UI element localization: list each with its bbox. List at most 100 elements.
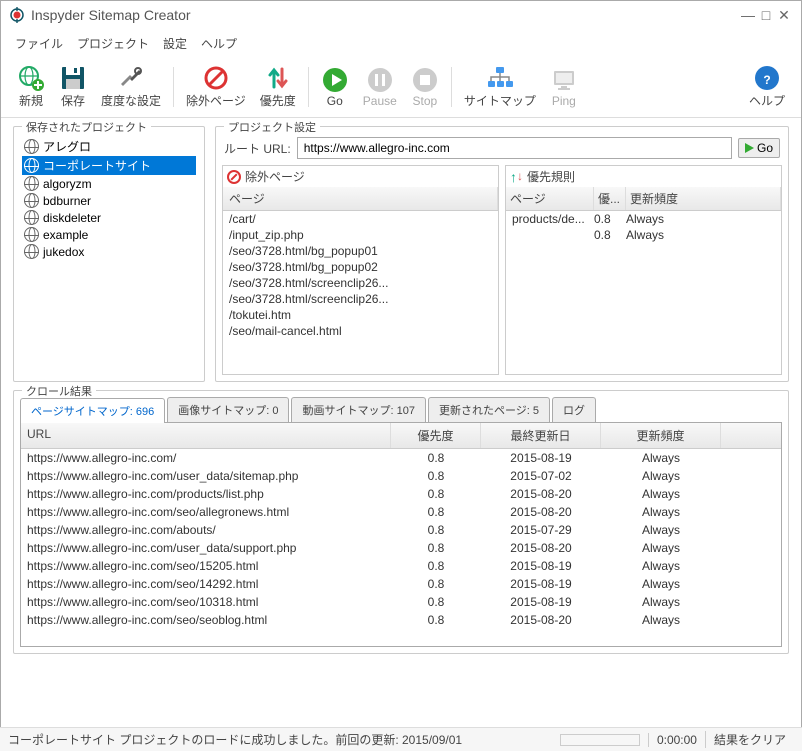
- ping-button[interactable]: Ping: [544, 64, 584, 110]
- col-date[interactable]: 最終更新日: [481, 423, 601, 448]
- table-row[interactable]: https://www.allegro-inc.com/seo/14292.ht…: [21, 575, 781, 593]
- crawl-table-body[interactable]: https://www.allegro-inc.com/0.82015-08-1…: [21, 449, 781, 646]
- project-item[interactable]: bdburner: [22, 192, 196, 209]
- tab-image-sitemap[interactable]: 画像サイトマップ: 0: [167, 397, 289, 422]
- excluded-item[interactable]: /input_zip.php: [223, 227, 498, 243]
- excluded-item[interactable]: /seo/mail-cancel.html: [223, 323, 498, 339]
- crawl-tabs: ページサイトマップ: 696 画像サイトマップ: 0 動画サイトマップ: 107…: [20, 397, 782, 423]
- col-freq[interactable]: 更新頻度: [601, 423, 721, 448]
- project-item[interactable]: diskdeleter: [22, 209, 196, 226]
- app-icon: [9, 7, 25, 23]
- root-url-label: ルート URL:: [224, 140, 291, 157]
- separator: [308, 67, 309, 107]
- project-item[interactable]: コーポレートサイト: [22, 156, 196, 175]
- go-button[interactable]: Go: [315, 64, 355, 110]
- globe-plus-icon: [17, 64, 45, 92]
- exclude-pages-button[interactable]: 除外ページ: [180, 62, 252, 111]
- status-time: 0:00:00: [648, 733, 705, 747]
- tab-log[interactable]: ログ: [552, 397, 596, 422]
- table-row[interactable]: https://www.allegro-inc.com/seo/seoblog.…: [21, 611, 781, 629]
- clear-results-button[interactable]: 結果をクリア: [705, 731, 794, 748]
- root-url-input[interactable]: [297, 137, 732, 159]
- globe-icon: [24, 193, 39, 208]
- tools-icon: [117, 64, 145, 92]
- excluded-title: 除外ページ: [245, 168, 305, 185]
- globe-icon: [24, 210, 39, 225]
- col-priority[interactable]: 優先度: [391, 423, 481, 448]
- priority-list[interactable]: products/de...0.8Always0.8Always: [506, 211, 781, 374]
- sitemap-icon: [486, 64, 514, 92]
- crawl-legend: クロール結果: [22, 383, 96, 399]
- priority-title: 優先規則: [527, 168, 575, 185]
- excluded-pages-panel: 除外ページ ページ /cart//input_zip.php/seo/3728.…: [222, 165, 499, 375]
- menubar: ファイル プロジェクト 設定 ヘルプ: [1, 29, 801, 60]
- excluded-item[interactable]: /cart/: [223, 211, 498, 227]
- table-row[interactable]: https://www.allegro-inc.com/user_data/su…: [21, 539, 781, 557]
- table-row[interactable]: https://www.allegro-inc.com/seo/15205.ht…: [21, 557, 781, 575]
- table-row[interactable]: https://www.allegro-inc.com/seo/allegron…: [21, 503, 781, 521]
- table-row[interactable]: https://www.allegro-inc.com/seo/10318.ht…: [21, 593, 781, 611]
- go-url-button[interactable]: Go: [738, 138, 780, 158]
- minimize-button[interactable]: —: [739, 7, 757, 23]
- excluded-item[interactable]: /tokutei.htm: [223, 307, 498, 323]
- table-row[interactable]: https://www.allegro-inc.com/user_data/si…: [21, 467, 781, 485]
- project-item[interactable]: algoryzm: [22, 175, 196, 192]
- project-item[interactable]: example: [22, 226, 196, 243]
- menu-help[interactable]: ヘルプ: [201, 35, 237, 52]
- sitemap-button[interactable]: サイトマップ: [458, 62, 542, 111]
- menu-file[interactable]: ファイル: [15, 35, 63, 52]
- monitor-icon: [550, 66, 578, 94]
- prohibit-icon: [202, 64, 230, 92]
- menu-project[interactable]: プロジェクト: [77, 35, 149, 52]
- col-url[interactable]: URL: [21, 423, 391, 448]
- project-tree[interactable]: アレグロコーポレートサイトalgoryzmbdburnerdiskdeleter…: [20, 133, 198, 264]
- stop-button[interactable]: Stop: [405, 64, 445, 110]
- svg-text:?: ?: [763, 73, 770, 87]
- priority-row[interactable]: 0.8Always: [506, 227, 781, 243]
- excluded-item[interactable]: /seo/3728.html/bg_popup01: [223, 243, 498, 259]
- priority-button[interactable]: 優先度: [254, 62, 302, 111]
- priority-col-page[interactable]: ページ: [506, 187, 594, 210]
- close-button[interactable]: ✕: [775, 7, 793, 24]
- project-settings-legend: プロジェクト設定: [224, 119, 320, 135]
- help-icon: ?: [753, 64, 781, 92]
- table-row[interactable]: https://www.allegro-inc.com/products/lis…: [21, 485, 781, 503]
- maximize-button[interactable]: □: [757, 7, 775, 23]
- globe-icon: [24, 158, 39, 173]
- excluded-item[interactable]: /seo/3728.html/screenclip26...: [223, 275, 498, 291]
- priority-col-pri[interactable]: 優...: [594, 187, 626, 210]
- excluded-item[interactable]: /seo/3728.html/bg_popup02: [223, 259, 498, 275]
- table-row[interactable]: https://www.allegro-inc.com/abouts/0.820…: [21, 521, 781, 539]
- project-item[interactable]: アレグロ: [22, 137, 196, 156]
- project-item[interactable]: jukedox: [22, 243, 196, 260]
- pause-icon: [366, 66, 394, 94]
- excluded-col-page[interactable]: ページ: [223, 187, 498, 210]
- save-button[interactable]: 保存: [53, 62, 93, 111]
- priority-col-freq[interactable]: 更新頻度: [626, 187, 781, 210]
- tab-page-sitemap[interactable]: ページサイトマップ: 696: [20, 398, 165, 423]
- play-icon: [321, 66, 349, 94]
- table-row[interactable]: https://www.allegro-inc.com/0.82015-08-1…: [21, 449, 781, 467]
- globe-icon: [24, 227, 39, 242]
- excluded-item[interactable]: /seo/3728.html/screenclip26...: [223, 291, 498, 307]
- excluded-list[interactable]: /cart//input_zip.php/seo/3728.html/bg_po…: [223, 211, 498, 374]
- saved-projects-panel: 保存されたプロジェクト アレグロコーポレートサイトalgoryzmbdburne…: [13, 126, 205, 382]
- tab-updated-pages[interactable]: 更新されたページ: 5: [428, 397, 550, 422]
- toolbar: 新規 保存 度度な設定 除外ページ 優先度 Go Pause Stop サイトマ…: [1, 60, 801, 118]
- help-button[interactable]: ? ヘルプ: [743, 62, 791, 111]
- separator: [173, 67, 174, 107]
- new-button[interactable]: 新規: [11, 62, 51, 111]
- pause-button[interactable]: Pause: [357, 64, 403, 110]
- separator: [451, 67, 452, 107]
- progress-bar: [560, 734, 640, 746]
- menu-settings[interactable]: 設定: [163, 35, 187, 52]
- crawl-table-header: URL 優先度 最終更新日 更新頻度: [21, 423, 781, 449]
- crawl-results-panel: クロール結果 ページサイトマップ: 696 画像サイトマップ: 0 動画サイトマ…: [13, 390, 789, 654]
- project-settings-panel: プロジェクト設定 ルート URL: Go 除外ページ ページ /cart//in…: [215, 126, 789, 382]
- stop-icon: [411, 66, 439, 94]
- priority-row[interactable]: products/de...0.8Always: [506, 211, 781, 227]
- saved-projects-legend: 保存されたプロジェクト: [22, 119, 151, 135]
- tab-video-sitemap[interactable]: 動画サイトマップ: 107: [291, 397, 425, 422]
- app-title: Inspyder Sitemap Creator: [31, 7, 739, 23]
- advanced-settings-button[interactable]: 度度な設定: [95, 62, 167, 111]
